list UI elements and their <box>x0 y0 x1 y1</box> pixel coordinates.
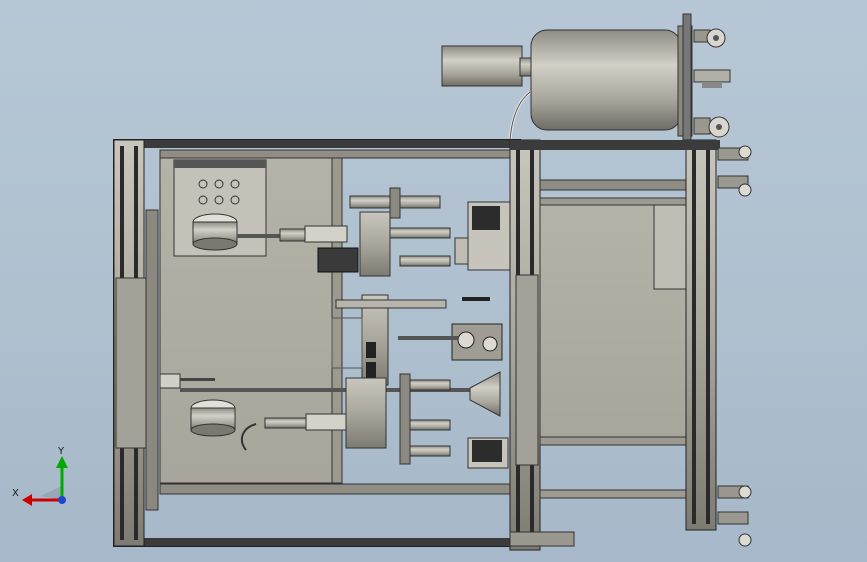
caster-wheel-top <box>693 28 726 48</box>
x-axis-label: X <box>12 488 19 499</box>
motor-tank-assembly[interactable] <box>441 13 731 141</box>
y-axis-label: Y <box>57 446 65 457</box>
right-casters <box>717 145 752 547</box>
clamp-mechanism[interactable] <box>398 323 503 361</box>
caster-wheel-bottom <box>693 116 730 138</box>
cad-model-viewport[interactable]: Y X <box>0 0 867 562</box>
axis-triad: Y X <box>12 446 68 506</box>
caster-wheel-mid <box>693 69 731 88</box>
right-frame[interactable] <box>509 139 720 551</box>
